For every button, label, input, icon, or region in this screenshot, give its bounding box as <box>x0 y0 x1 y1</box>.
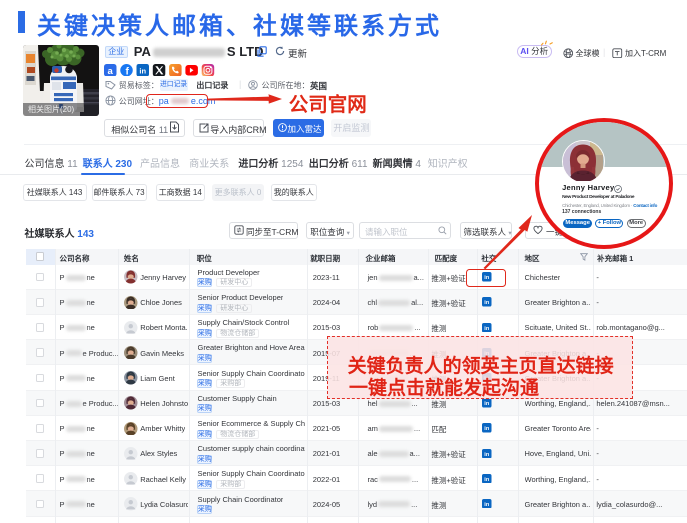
svg-text:in: in <box>484 477 490 483</box>
svg-text:in: in <box>484 426 490 432</box>
svg-text:in: in <box>484 452 490 458</box>
svg-text:in: in <box>484 326 490 332</box>
svg-text:in: in <box>484 300 490 306</box>
svg-text:in: in <box>484 401 490 407</box>
svg-text:in: in <box>484 502 490 508</box>
